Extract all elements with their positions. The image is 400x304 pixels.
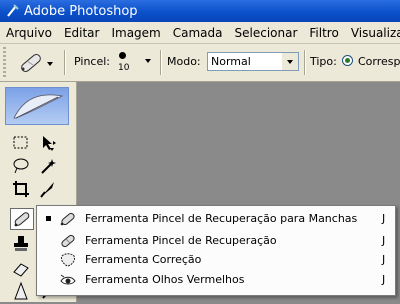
- flyout-item-label: Ferramenta Olhos Vermelhos: [85, 273, 245, 286]
- menu-visualizar[interactable]: Visualizar: [345, 26, 400, 40]
- menu-imagem[interactable]: Imagem: [105, 26, 166, 40]
- toolbox-header-feather-logo[interactable]: [5, 87, 69, 125]
- photoshop-app-icon: [5, 4, 19, 18]
- spot-healing-brush-icon: [14, 212, 30, 227]
- mode-label: Modo:: [167, 55, 201, 68]
- flyout-item-red-eye[interactable]: Ferramenta Olhos Vermelhos J: [37, 270, 395, 290]
- type-match-label[interactable]: Corresp: [358, 55, 400, 68]
- menu-camada[interactable]: Camada: [167, 26, 229, 40]
- title-bar: Adobe Photoshop: [0, 0, 400, 22]
- red-eye-icon: [60, 274, 76, 285]
- flyout-item-label: Ferramenta Pincel de Recuperação para Ma…: [85, 212, 358, 225]
- mode-dropdown-button[interactable]: [282, 53, 298, 70]
- move-tool-icon[interactable]: [38, 133, 58, 153]
- spot-healing-brush-tool[interactable]: [10, 208, 34, 230]
- menu-arquivo[interactable]: Arquivo: [0, 26, 58, 40]
- clone-stamp-tool-icon[interactable]: [11, 234, 31, 254]
- flyout-item-shortcut: J: [382, 273, 386, 286]
- selected-bullet-icon: [46, 216, 51, 221]
- mode-select[interactable]: Normal: [207, 52, 299, 71]
- flyout-item-label: Ferramenta Pincel de Recuperação: [85, 234, 277, 247]
- flyout-item-shortcut: J: [382, 234, 386, 247]
- spot-healing-brush-icon: [60, 212, 75, 226]
- brush-size-picker[interactable]: 10: [116, 49, 154, 77]
- menu-editar[interactable]: Editar: [58, 26, 106, 40]
- window-title: Adobe Photoshop: [24, 3, 138, 19]
- crop-tool-icon[interactable]: [11, 179, 31, 199]
- blur-tool-icon[interactable]: [11, 281, 31, 301]
- healing-brush-icon: [61, 234, 75, 248]
- flyout-item-label: Ferramenta Correção: [85, 253, 202, 266]
- magic-wand-tool-icon[interactable]: [38, 156, 58, 176]
- eraser-tool-icon[interactable]: [11, 258, 31, 278]
- menu-bar: Arquivo Editar Imagem Camada Selecionar …: [0, 22, 400, 44]
- flyout-item-patch[interactable]: Ferramenta Correção J: [37, 250, 395, 270]
- flyout-item-shortcut: J: [382, 253, 386, 266]
- brush-size-value: 10: [118, 63, 130, 73]
- options-bar-grip[interactable]: [3, 47, 6, 77]
- brush-label: Pincel:: [74, 55, 110, 68]
- tool-preset-picker[interactable]: [14, 51, 54, 75]
- flyout-item-shortcut: J: [382, 212, 386, 225]
- mode-select-value: Normal: [211, 55, 251, 68]
- menu-selecionar[interactable]: Selecionar: [229, 26, 304, 40]
- brush-tip-dot-icon: [119, 52, 126, 59]
- flyout-item-spot-healing-brush[interactable]: Ferramenta Pincel de Recuperação para Ma…: [37, 209, 395, 229]
- feather-icon: [13, 94, 64, 119]
- menu-filtro[interactable]: Filtro: [303, 26, 344, 40]
- healing-tools-flyout-menu: Ferramenta Pincel de Recuperação para Ma…: [36, 205, 396, 296]
- type-match-radio[interactable]: [342, 55, 353, 66]
- lasso-tool-icon[interactable]: [11, 156, 31, 176]
- slice-tool-icon[interactable]: [38, 179, 58, 199]
- chevron-down-icon: [287, 60, 293, 64]
- marquee-tool-icon[interactable]: [11, 133, 31, 153]
- options-bar: Pincel: 10 Modo: Tipo: Corresp: [0, 44, 400, 82]
- type-label: Tipo:: [310, 55, 337, 68]
- patch-icon: [61, 253, 75, 267]
- flyout-item-healing-brush[interactable]: Ferramenta Pincel de Recuperação J: [37, 231, 395, 251]
